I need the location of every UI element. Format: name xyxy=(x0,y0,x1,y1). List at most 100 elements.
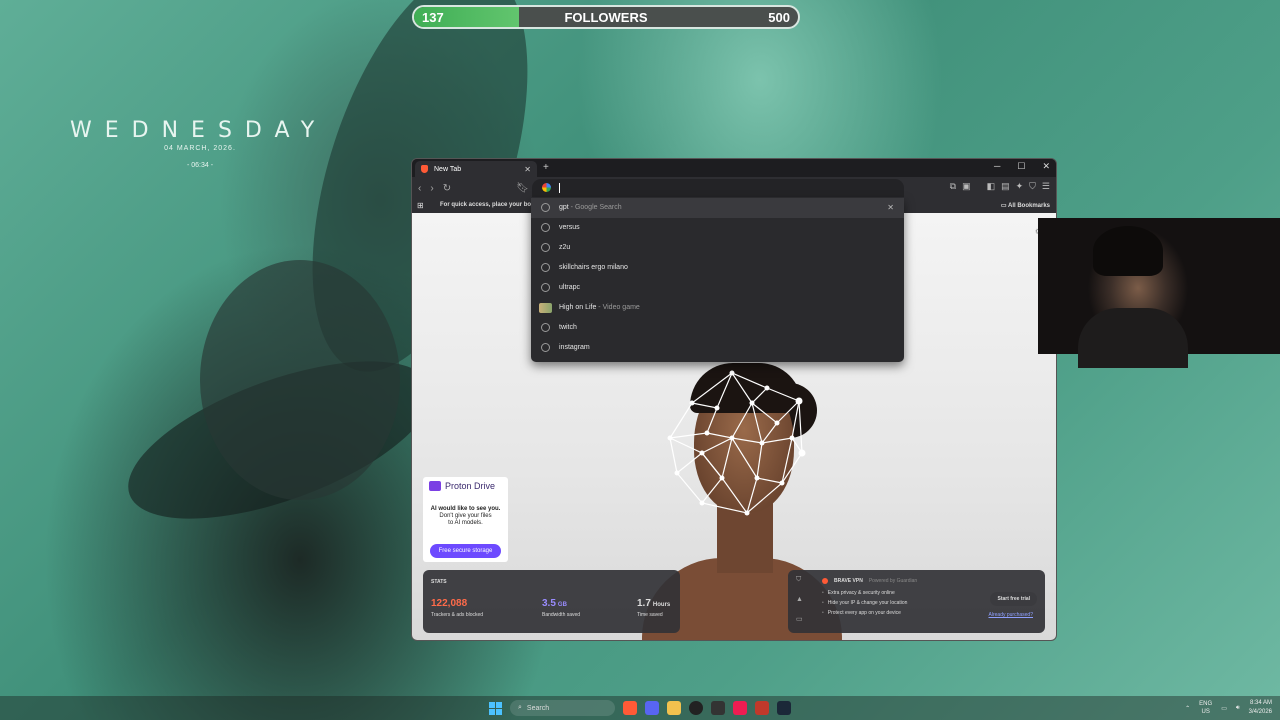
suggestion-item[interactable]: gpt - Google Search ✕ xyxy=(531,198,904,218)
google-icon xyxy=(542,183,551,192)
search-icon: ⌕ xyxy=(518,704,522,711)
suggestion-item[interactable]: High on Life - Video game xyxy=(531,298,904,318)
history-icon xyxy=(541,283,550,292)
stat-time: 1.7 Hours Time saved xyxy=(637,598,670,618)
taskbar-search[interactable]: ⌕ Search xyxy=(510,700,615,716)
taskbar-search-label: Search xyxy=(526,704,550,712)
extensions-icon[interactable]: ⧉ xyxy=(950,181,956,192)
stat-value: 122,088 xyxy=(431,598,468,609)
widget-switcher: ⛉ ▲ ▭ xyxy=(796,576,803,623)
vpn-feature: Hide your IP & change your location xyxy=(822,600,908,606)
stat-label: Time saved xyxy=(637,612,663,618)
vpn-widget-icon[interactable]: ⛉ xyxy=(796,576,803,584)
bookmarks-hint: For quick access, place your bookm xyxy=(440,202,544,208)
window-controls: ─ ☐ ✕ xyxy=(994,161,1050,172)
desktop-day: WEDNESDAY xyxy=(70,118,328,143)
app-icon[interactable] xyxy=(711,701,725,715)
apps-grid-icon[interactable]: ⊞ xyxy=(417,201,424,210)
proton-message-line-2: Don't give your files xyxy=(439,513,492,519)
toolbar-right: ⧉ ▣ ◧ ▤ ✦ ⛉ ☰ xyxy=(950,181,1050,192)
proton-brand: Proton Drive xyxy=(445,481,496,491)
sidebar-icon[interactable]: ◧ xyxy=(987,181,996,192)
minimize-icon[interactable]: ─ xyxy=(994,161,1000,172)
streamer-body xyxy=(1078,308,1188,368)
brave-vpn-widget: ⛉ ▲ ▭ BRAVE VPNPowered by Guardian Extra… xyxy=(788,570,1045,633)
back-icon[interactable]: ‹ xyxy=(418,183,421,194)
language-indicator[interactable]: ENG US xyxy=(1199,700,1212,716)
system-tray: ⌃ ENG US ▭ 🔊︎ 8:34 AM 3/4/2026 xyxy=(1185,699,1272,717)
wallet-icon[interactable]: ▣ xyxy=(962,181,971,192)
tab-strip: New Tab ✕ + ─ ☐ ✕ xyxy=(412,159,1056,177)
proton-drive-logo: Proton Drive xyxy=(429,481,495,491)
stat-label: Bandwidth saved xyxy=(542,612,581,618)
free-storage-button[interactable]: Free secure storage xyxy=(430,544,501,558)
all-bookmarks-button[interactable]: ▭ All Bookmarks xyxy=(1001,202,1050,209)
leo-ai-icon[interactable]: ✦ xyxy=(1016,181,1024,192)
remove-suggestion-icon[interactable]: ✕ xyxy=(887,203,894,212)
streamer-hair xyxy=(1093,226,1163,276)
suggestion-item[interactable]: ultrapc xyxy=(531,278,904,298)
vpn-title: BRAVE VPN Powered by Guardian xyxy=(822,578,917,584)
game-thumbnail xyxy=(539,303,552,313)
brave-icon[interactable] xyxy=(623,701,637,715)
omnibox-suggestions: gpt - Google Search ✕ versus z2u skillch… xyxy=(531,198,904,362)
brave-shield-icon xyxy=(421,165,428,173)
talk-widget-icon[interactable]: ▲ xyxy=(796,596,803,603)
vpn-logo-icon xyxy=(822,578,828,584)
close-tab-icon[interactable]: ✕ xyxy=(524,165,531,174)
vpn-feature: Extra privacy & security online xyxy=(822,590,907,596)
tiktok-icon[interactable] xyxy=(733,701,747,715)
suggestion-item[interactable]: z2u xyxy=(531,238,904,258)
taskbar-clock[interactable]: 8:34 AM 3/4/2026 xyxy=(1249,699,1272,717)
history-icon xyxy=(541,323,550,332)
playlist-icon[interactable]: ▤ xyxy=(1001,181,1010,192)
network-icon[interactable]: ▭ xyxy=(1221,705,1227,712)
followers-goal: 500 xyxy=(768,10,790,25)
menu-icon[interactable]: ☰ xyxy=(1042,181,1050,192)
suggestion-item[interactable]: versus xyxy=(531,218,904,238)
volume-icon[interactable]: 🔊︎ xyxy=(1236,705,1240,712)
suggestion-item[interactable]: twitch xyxy=(531,318,904,338)
file-explorer-icon[interactable] xyxy=(667,701,681,715)
tray-chevron-icon[interactable]: ⌃ xyxy=(1185,705,1190,712)
figma-like-icon[interactable] xyxy=(755,701,769,715)
vpn-shield-icon[interactable]: ⛉ xyxy=(1029,181,1036,192)
suggestion-item[interactable]: skillchairs ergo milano xyxy=(531,258,904,278)
history-icon xyxy=(541,203,550,212)
proton-drive-ad[interactable]: Proton Drive AI would like to see you. D… xyxy=(423,477,508,562)
discord-icon[interactable] xyxy=(645,701,659,715)
vpn-powered-by: Powered by Guardian xyxy=(868,578,918,584)
windows-start-icon[interactable] xyxy=(489,701,502,715)
steam-icon[interactable] xyxy=(777,701,791,715)
stat-trackers: 122,088 Trackers & ads blocked xyxy=(431,598,483,618)
maximize-icon[interactable]: ☐ xyxy=(1017,161,1025,172)
start-free-trial-button[interactable]: Start free trial xyxy=(990,592,1037,606)
news-widget-icon[interactable]: ▭ xyxy=(796,615,803,623)
proton-message-line-1: AI would like to see you. xyxy=(430,506,501,512)
proton-message-line-3: to AI models. xyxy=(448,520,483,526)
stat-value: 1.7 Hours xyxy=(637,598,671,609)
reload-icon[interactable]: ↻ xyxy=(443,183,451,194)
followers-goal-bar: 137 FOLLOWERS 500 xyxy=(412,5,800,29)
address-bar[interactable] xyxy=(532,179,904,197)
bookmark-icon[interactable]: 🔖︎ xyxy=(516,183,529,194)
stat-bandwidth: 3.5 GB Bandwidth saved xyxy=(542,598,580,618)
history-icon xyxy=(541,223,550,232)
face-tracking-mesh xyxy=(667,370,806,516)
stats-title: STATS xyxy=(431,579,447,585)
all-bookmarks-label: All Bookmarks xyxy=(1007,203,1050,209)
taskbar-apps: ⌕ Search xyxy=(489,700,791,716)
suggestion-item[interactable]: instagram xyxy=(531,338,904,358)
already-purchased-link[interactable]: Already purchased? xyxy=(989,612,1033,618)
history-icon xyxy=(541,263,550,272)
forward-icon[interactable]: › xyxy=(430,183,433,194)
desktop-date: 04 MARCH, 2026. xyxy=(164,145,236,152)
close-window-icon[interactable]: ✕ xyxy=(1042,161,1050,172)
followers-label: FOLLOWERS xyxy=(564,10,648,25)
wallpaper-shoulder xyxy=(200,260,400,500)
new-tab-button[interactable]: + xyxy=(543,162,549,173)
tab-new-tab[interactable]: New Tab ✕ xyxy=(415,161,537,177)
obs-icon[interactable] xyxy=(689,701,703,715)
desktop-time: - 06:34 - xyxy=(186,162,214,169)
vpn-features: Extra privacy & security online Hide you… xyxy=(822,590,908,620)
